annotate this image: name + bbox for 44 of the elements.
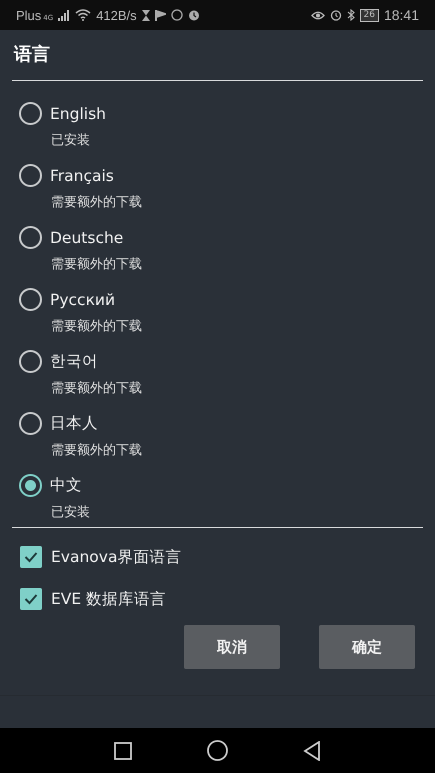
- option-label: Evanova界面语言: [51, 546, 182, 568]
- battery-icon: 26: [360, 8, 379, 22]
- radio-button[interactable]: [19, 350, 42, 373]
- language-note: 已安装: [51, 132, 91, 149]
- signal-icon: [58, 10, 70, 20]
- checkbox[interactable]: [20, 546, 42, 568]
- radio-button[interactable]: [19, 102, 42, 125]
- language-label: Русский: [50, 290, 116, 308]
- circle-icon: [170, 9, 183, 21]
- dialog-title: 语言: [12, 43, 51, 67]
- language-label: 日本人: [50, 413, 98, 434]
- radio-button[interactable]: [19, 164, 42, 187]
- hourglass-icon: [142, 10, 150, 20]
- bluetooth-icon: [346, 9, 354, 21]
- carrier-label: Plus: [16, 8, 42, 22]
- language-label: 中文: [50, 475, 82, 496]
- radio-button[interactable]: [19, 412, 42, 435]
- language-label: Deutsche: [50, 228, 124, 246]
- eye-icon: [310, 10, 324, 20]
- radio-button[interactable]: [19, 226, 42, 249]
- option-label: EVE 数据库语言: [51, 588, 166, 610]
- wifi-icon: [75, 9, 92, 21]
- back-icon[interactable]: [303, 740, 321, 760]
- dialog-button[interactable]: 取消: [184, 625, 280, 669]
- clock-label: 18:41: [384, 7, 419, 23]
- home-icon[interactable]: [207, 740, 228, 761]
- checkbox[interactable]: [20, 588, 42, 610]
- language-note: 需要额外的下载: [51, 194, 143, 211]
- language-label: Français: [50, 166, 114, 184]
- language-note: 需要额外的下载: [51, 380, 143, 397]
- radio-button[interactable]: [19, 474, 42, 497]
- speed-label: 412B/s: [96, 8, 137, 22]
- checkmark-icon: [24, 551, 38, 563]
- language-note: 已安装: [51, 504, 91, 521]
- checkmark-icon: [24, 593, 38, 605]
- flag-icon: [154, 10, 166, 20]
- language-note: 需要额外的下载: [51, 256, 143, 273]
- dialog-button[interactable]: 确定: [319, 625, 415, 669]
- radio-button[interactable]: [19, 288, 42, 311]
- language-label: 한국어: [50, 351, 98, 372]
- recents-icon[interactable]: [114, 742, 132, 760]
- language-note: 需要额外的下载: [51, 318, 143, 335]
- language-label: English: [50, 104, 106, 122]
- language-note: 需要额外的下载: [51, 442, 143, 459]
